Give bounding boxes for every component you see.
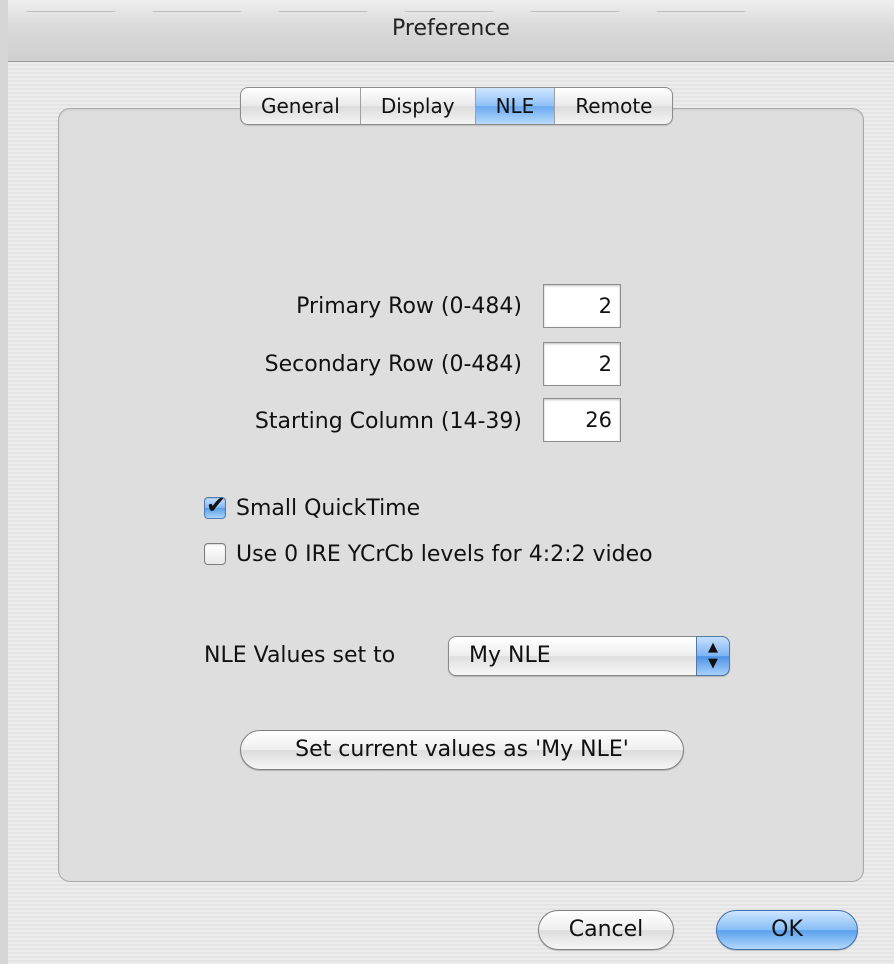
set-current-values-button[interactable]: Set current values as 'My NLE' <box>240 730 684 770</box>
cancel-button[interactable]: Cancel <box>538 910 674 950</box>
ire-levels-option[interactable]: Use 0 IRE YCrCb levels for 4:2:2 video <box>204 539 653 569</box>
desktop-edge <box>0 0 8 964</box>
starting-column-label: Starting Column (14-39) <box>254 409 522 434</box>
tab-nle[interactable]: NLE <box>475 88 556 124</box>
secondary-row-input[interactable] <box>543 342 621 386</box>
checkmark-icon: ✔ <box>206 491 227 519</box>
ok-button[interactable]: OK <box>716 910 858 950</box>
secondary-row-label: Secondary Row (0-484) <box>264 352 522 377</box>
nle-values-selected: My NLE <box>469 643 551 668</box>
window-title: Preference <box>392 16 510 41</box>
tab-display[interactable]: Display <box>361 88 476 124</box>
ire-levels-label: Use 0 IRE YCrCb levels for 4:2:2 video <box>236 541 653 567</box>
primary-row-input[interactable] <box>543 284 621 328</box>
starting-column-input[interactable] <box>543 398 621 442</box>
title-bar[interactable]: Preference <box>8 0 894 62</box>
tab-general[interactable]: General <box>241 88 361 124</box>
small-quicktime-label: Small QuickTime <box>236 495 421 521</box>
nle-values-label: NLE Values set to <box>204 643 396 668</box>
tab-bar: General Display NLE Remote <box>240 87 674 125</box>
primary-row-label: Primary Row (0-484) <box>296 294 522 319</box>
up-down-arrows-icon: ▲ ▼ <box>696 636 730 676</box>
small-quicktime-checkbox[interactable]: ✔ <box>204 491 226 519</box>
tab-remote[interactable]: Remote <box>555 88 672 124</box>
title-bar-ghost-text <box>8 0 894 12</box>
small-quicktime-option[interactable]: ✔ Small QuickTime <box>204 491 421 523</box>
preference-dialog: Preference General Display NLE Remote Pr… <box>8 0 894 964</box>
ire-levels-checkbox[interactable] <box>204 543 226 565</box>
nle-values-popup[interactable]: My NLE ▲ ▼ <box>448 636 730 676</box>
